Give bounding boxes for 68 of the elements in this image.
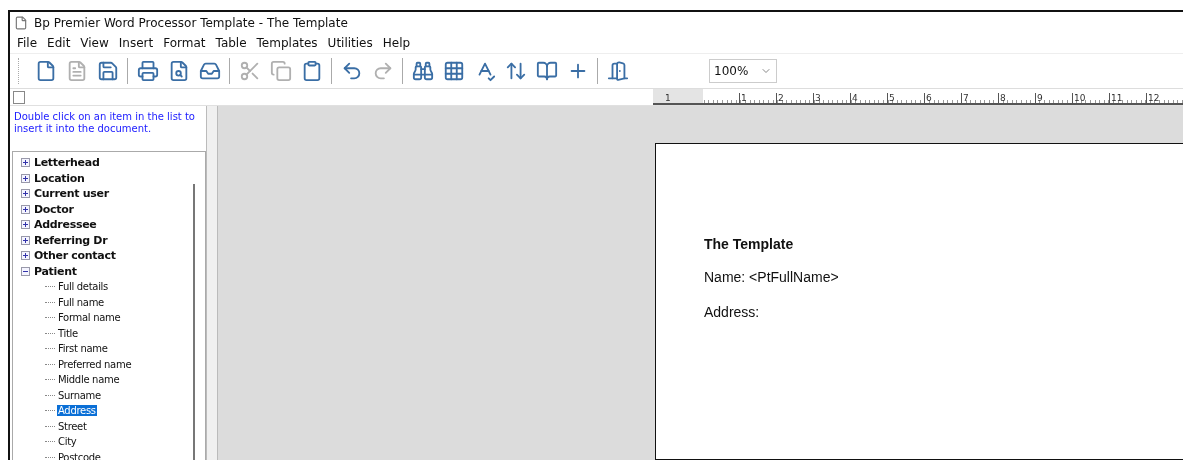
- menu-item[interactable]: Insert: [113, 36, 159, 50]
- binoculars-icon: [411, 60, 434, 82]
- copy-icon: [269, 60, 292, 82]
- grid-icon: [442, 60, 465, 82]
- ruler-number: 9: [1035, 93, 1072, 103]
- tree-item[interactable]: Title: [57, 327, 79, 339]
- tree-node[interactable]: Letterhead: [34, 156, 100, 170]
- menu-item[interactable]: Edit: [42, 36, 76, 50]
- menu-item[interactable]: Templates: [251, 36, 323, 50]
- tree-node[interactable]: Doctor: [34, 202, 74, 216]
- tree-item[interactable]: City: [57, 436, 78, 448]
- expand-icon[interactable]: [21, 220, 30, 230]
- tree-item[interactable]: First name: [57, 343, 109, 355]
- tree-node[interactable]: Current user: [34, 187, 109, 201]
- up-down-arrow-icon: [504, 60, 527, 82]
- ruler-number: 10: [1072, 93, 1109, 103]
- tree-item[interactable]: Address: [57, 405, 97, 417]
- tree-node[interactable]: Patient: [34, 264, 77, 278]
- tree-item[interactable]: Full name: [57, 296, 105, 308]
- document-line: Address:: [704, 304, 761, 320]
- ruler-number: 4: [850, 93, 887, 103]
- collapse-icon[interactable]: [21, 266, 30, 276]
- tray-icon: [198, 60, 221, 82]
- ruler-number: 11: [1109, 93, 1146, 103]
- ruler-number: 12: [1146, 93, 1183, 103]
- tree-node[interactable]: Location: [34, 171, 85, 185]
- tree-item[interactable]: Full details: [57, 281, 109, 293]
- printer-icon: [136, 60, 159, 82]
- document-line: Name: <PtFullName>: [704, 269, 840, 285]
- ruler-number: 5: [887, 93, 924, 103]
- ruler-number: 1: [739, 93, 776, 103]
- menu-item[interactable]: Format: [158, 36, 211, 50]
- book-icon: [535, 60, 558, 82]
- ruler-number: 8: [998, 93, 1035, 103]
- scrollbar[interactable]: [193, 184, 195, 460]
- tree-node[interactable]: Other contact: [34, 249, 116, 263]
- tree-item[interactable]: Middle name: [57, 374, 121, 386]
- tree-item[interactable]: Street: [57, 420, 88, 432]
- document-heading: The Template: [704, 236, 795, 252]
- tree-item[interactable]: Surname: [57, 389, 102, 401]
- tab-stop-button[interactable]: [13, 90, 25, 104]
- expand-icon[interactable]: [21, 158, 30, 168]
- window-title: Bp Premier Word Processor Template - The Template: [34, 15, 348, 30]
- scissors-icon: [238, 60, 261, 82]
- ruler-number: 1: [653, 89, 703, 103]
- expand-icon[interactable]: [21, 204, 30, 214]
- door-icon: [606, 60, 629, 82]
- menu-item[interactable]: File: [12, 36, 43, 50]
- tree-node[interactable]: Referring Dr: [34, 233, 108, 247]
- tree-item[interactable]: Preferred name: [57, 358, 133, 370]
- ruler-number: 3: [813, 93, 850, 103]
- tree-item[interactable]: Formal name: [57, 312, 122, 324]
- zoom-dropdown[interactable]: 100%: [709, 59, 777, 83]
- ruler-number: 6: [924, 93, 961, 103]
- menu-item[interactable]: View: [75, 36, 114, 50]
- menu-item[interactable]: Table: [210, 36, 252, 50]
- hint-text: Double click on an item in the list to insert it into the document.: [13, 110, 196, 136]
- ruler-number: 7: [961, 93, 998, 103]
- expand-icon[interactable]: [21, 251, 30, 261]
- expand-icon[interactable]: [21, 189, 30, 199]
- save-icon: [96, 60, 119, 82]
- tree-node[interactable]: Addressee: [34, 218, 97, 232]
- expand-icon[interactable]: [21, 173, 30, 183]
- menu-item[interactable]: Help: [377, 36, 416, 50]
- expand-icon[interactable]: [21, 235, 30, 245]
- menu-item[interactable]: Utilities: [322, 36, 378, 50]
- ruler-number: 2: [776, 93, 813, 103]
- document-icon: [14, 15, 28, 30]
